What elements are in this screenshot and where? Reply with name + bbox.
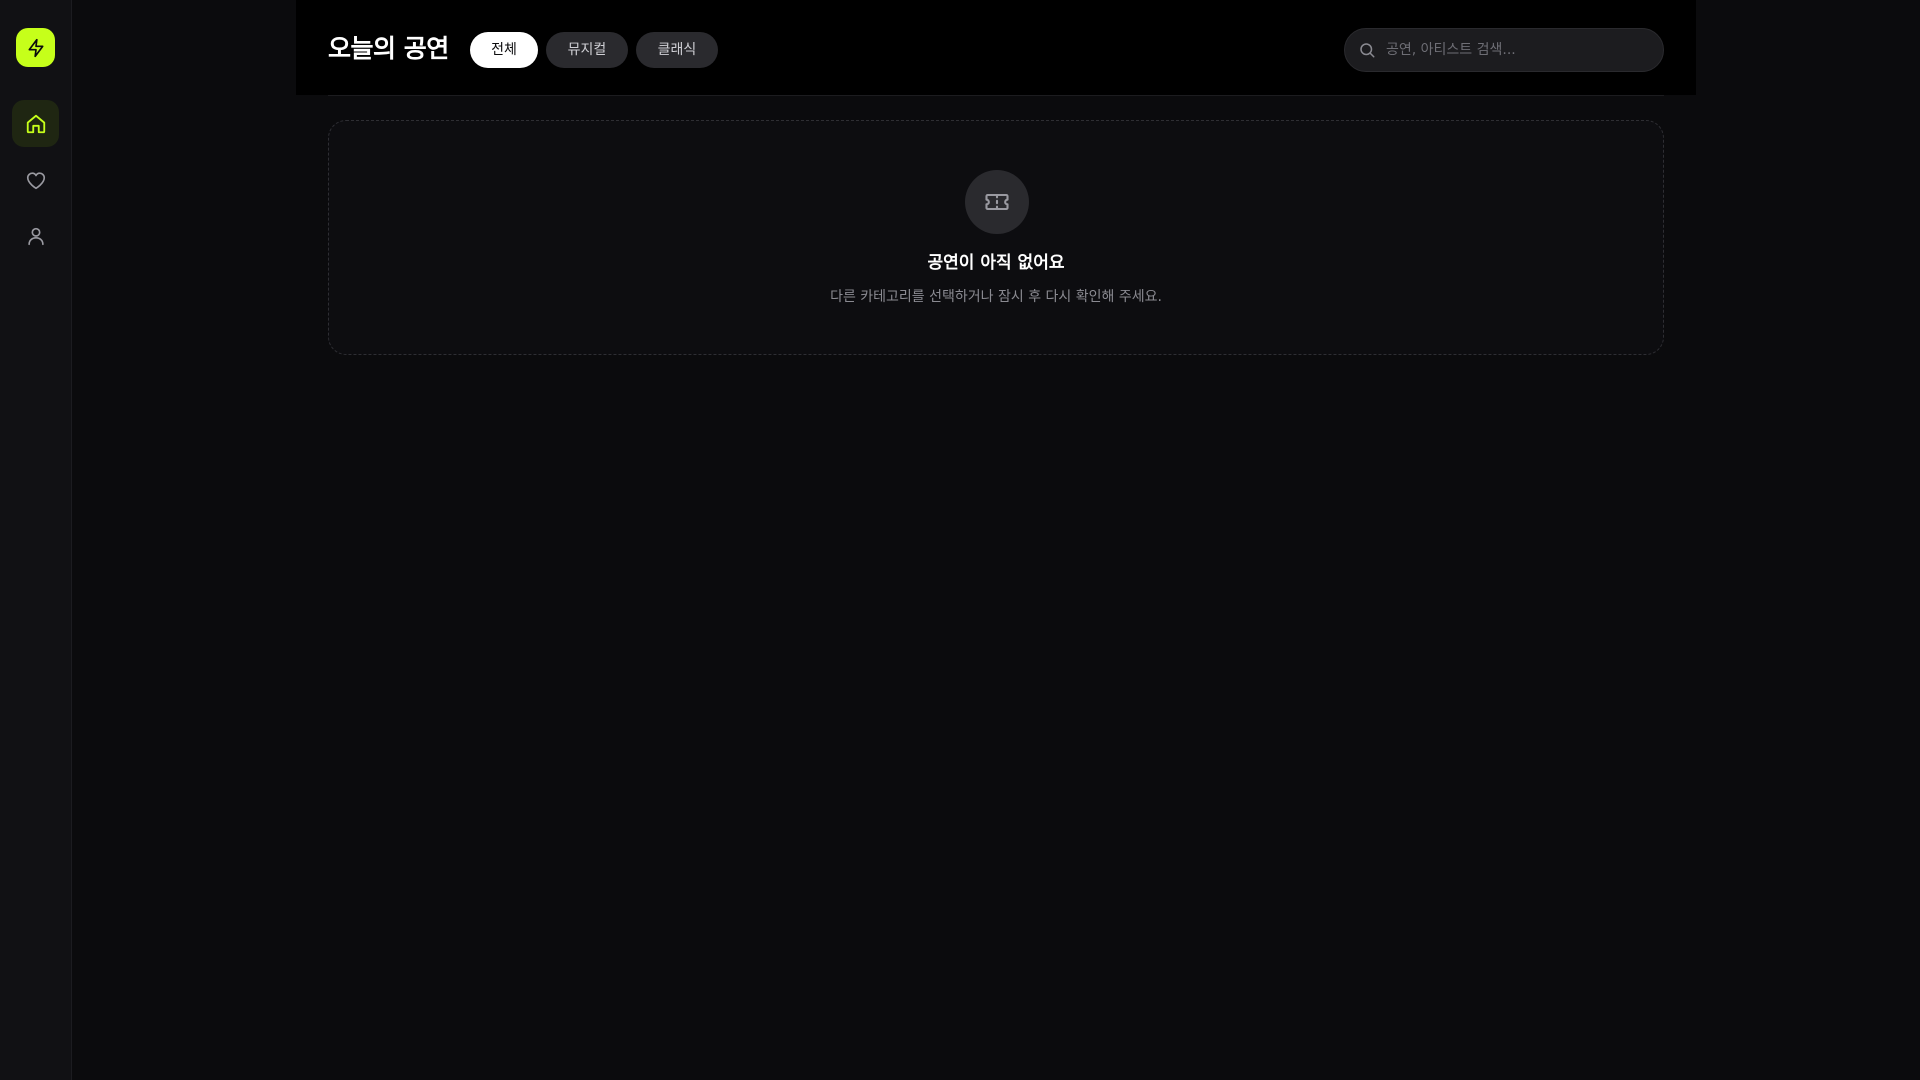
sidebar-item-favorites[interactable] (12, 157, 59, 204)
tab-classic[interactable]: 클래식 (636, 32, 718, 68)
empty-state-description: 다른 카테고리를 선택하거나 잠시 후 다시 확인해 주세요. (830, 289, 1162, 305)
empty-state-icon-circle (965, 170, 1029, 234)
lightning-icon (28, 38, 44, 57)
tab-all[interactable]: 전체 (470, 32, 538, 68)
header-divider (328, 95, 1664, 96)
search-icon (1360, 43, 1375, 58)
ticket-icon (985, 193, 1009, 211)
tab-musical[interactable]: 뮤지컬 (546, 32, 628, 68)
page-title: 오늘의 공연 (328, 34, 449, 63)
heart-icon (26, 171, 45, 189)
sidebar-item-home[interactable] (12, 100, 59, 147)
empty-state-card: 공연이 아직 없어요 다른 카테고리를 선택하거나 잠시 후 다시 확인해 주세… (328, 120, 1664, 355)
sidebar (0, 0, 72, 1080)
empty-state-title: 공연이 아직 없어요 (927, 253, 1065, 273)
home-icon (26, 114, 45, 133)
search-bar[interactable] (1344, 28, 1664, 72)
app-logo[interactable] (16, 28, 55, 67)
search-input[interactable] (1384, 41, 1648, 59)
app-root: 오늘의 공연 전체 뮤지컬 클래식 공연이 아직 없어요 다른 카테고리를 선택… (0, 0, 1920, 1080)
user-icon (27, 227, 44, 245)
sidebar-item-profile[interactable] (12, 212, 59, 259)
